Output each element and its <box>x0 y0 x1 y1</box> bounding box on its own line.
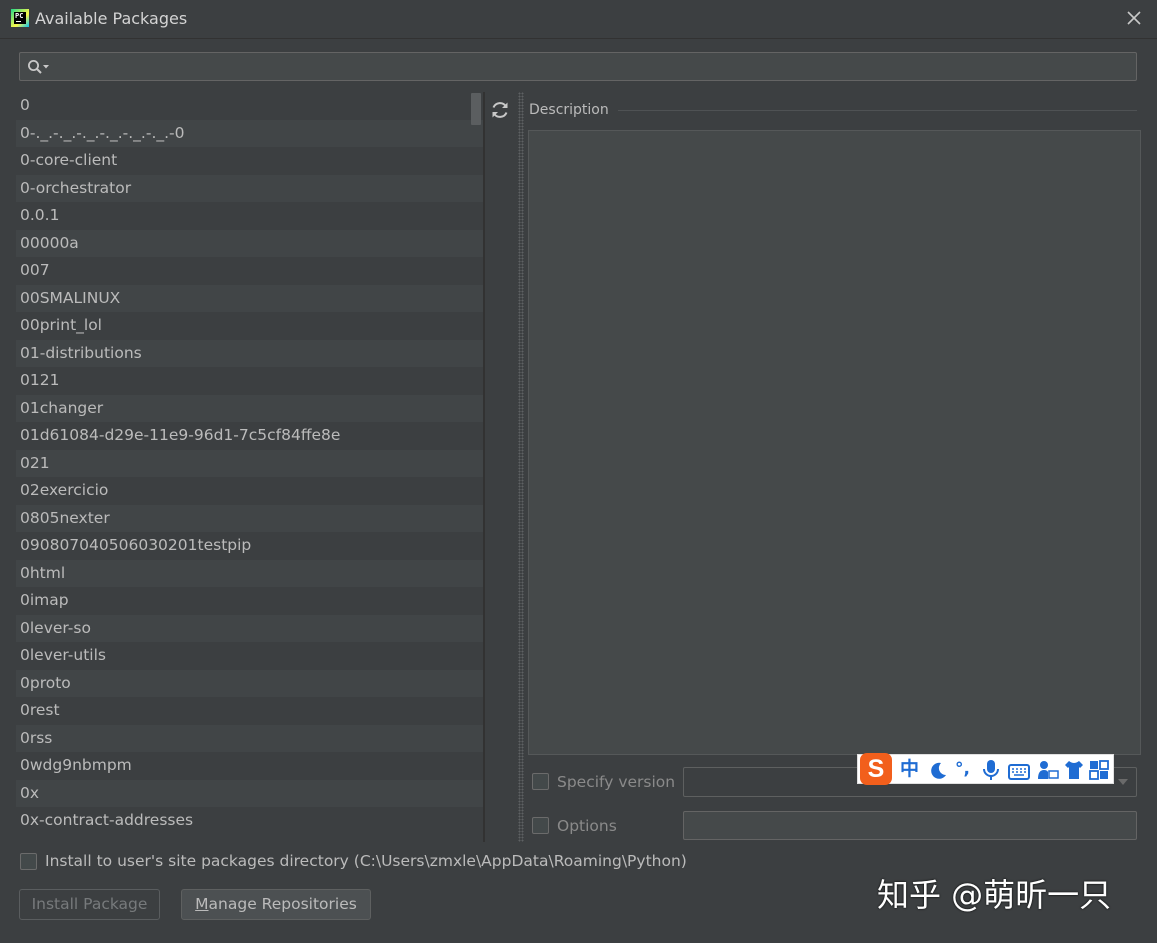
watermark: 知乎 @萌昕一只 <box>877 876 1112 914</box>
package-list-item[interactable]: 00000a <box>16 229 483 257</box>
package-list-item[interactable]: 00SMALINUX <box>16 284 483 312</box>
refresh-button[interactable] <box>488 98 512 122</box>
close-button[interactable] <box>1125 7 1143 29</box>
package-list-item[interactable]: 0html <box>16 559 483 587</box>
package-list-item[interactable]: 02exercicio <box>16 477 483 505</box>
search-bar[interactable] <box>19 52 1137 82</box>
moon-icon[interactable] <box>928 760 948 782</box>
manage-label-rest: anage Repositories <box>208 895 357 913</box>
package-list-item[interactable]: 0lever-so <box>16 614 483 642</box>
package-list-item[interactable]: 0rss <box>16 724 483 752</box>
package-list-item[interactable]: 0.0.1 <box>16 202 483 230</box>
options-checkbox[interactable] <box>532 817 549 834</box>
package-list-item[interactable]: 0x-contract-addresses <box>16 807 483 835</box>
close-icon <box>1127 11 1141 25</box>
package-list-item[interactable]: 0121 <box>16 367 483 395</box>
search-icon[interactable] <box>27 59 51 75</box>
package-list-item[interactable]: 090807040506030201testpip <box>16 532 483 560</box>
microphone-icon[interactable] <box>982 759 1000 781</box>
package-list-item[interactable]: 021 <box>16 449 483 477</box>
package-list-item[interactable]: 0wdg9nbmpm <box>16 752 483 780</box>
ime-mode-indicator[interactable]: 中 <box>900 758 919 780</box>
install-to-user-checkbox[interactable] <box>20 853 37 870</box>
package-list-item[interactable]: 0-orchestrator <box>16 174 483 202</box>
options-input[interactable] <box>683 811 1137 840</box>
ime-toolbar[interactable]: S 中 °, <box>857 753 1114 785</box>
package-list-item[interactable]: 01changer <box>16 394 483 422</box>
skin-shirt-icon[interactable] <box>1063 759 1085 781</box>
refresh-icon <box>492 102 508 118</box>
list-divider <box>483 92 485 842</box>
install-package-button[interactable]: Install Package <box>19 889 160 920</box>
specify-version-checkbox[interactable] <box>532 773 549 790</box>
package-list-item[interactable]: 0lever-utils <box>16 642 483 670</box>
specify-version-label: Specify version <box>557 773 676 791</box>
description-area <box>528 130 1141 755</box>
package-list-item[interactable]: 0x <box>16 779 483 807</box>
package-list-item[interactable]: 0imap <box>16 587 483 615</box>
description-divider <box>618 110 1137 111</box>
toolbox-grid-icon[interactable] <box>1089 759 1109 781</box>
package-list-item[interactable]: 0-core-client <box>16 147 483 175</box>
install-to-user-label: Install to user's site packages director… <box>45 852 687 870</box>
manage-repositories-button[interactable]: Manage Repositories <box>181 889 371 920</box>
window-title: Available Packages <box>35 9 188 28</box>
sogou-logo-icon[interactable]: S <box>860 753 892 785</box>
chevron-down-icon <box>1118 779 1128 785</box>
title-bar: PC Available Packages <box>0 0 1157 39</box>
package-list[interactable]: 0 0-._.-._.-._.-._.-._.-._.-0 0-core-clien… <box>16 92 483 842</box>
manage-mnemonic: M <box>195 895 209 913</box>
package-list-item[interactable]: 0proto <box>16 669 483 697</box>
options-label: Options <box>557 817 617 835</box>
description-label: Description <box>529 102 609 118</box>
keyboard-icon[interactable] <box>1008 761 1030 783</box>
package-list-item[interactable]: 01-distributions <box>16 339 483 367</box>
ime-punctuation-indicator[interactable]: °, <box>955 758 970 780</box>
package-list-item[interactable]: 0-._.-._.-._.-._.-._.-._.-0 <box>16 119 483 147</box>
package-list-item[interactable]: 0 <box>16 92 483 120</box>
splitter-handle[interactable] <box>518 92 524 842</box>
package-list-item[interactable]: 0805nexter <box>16 504 483 532</box>
search-input[interactable] <box>56 53 1130 82</box>
package-list-item[interactable]: 01d61084-d29e-11e9-96d1-7c5cf84ffe8e <box>16 422 483 450</box>
list-scrollbar[interactable] <box>471 93 481 125</box>
package-list-item[interactable]: 00print_lol <box>16 312 483 340</box>
package-list-item[interactable]: 007 <box>16 257 483 285</box>
user-tools-icon[interactable] <box>1037 759 1059 781</box>
pycharm-app-icon: PC <box>11 9 29 27</box>
package-list-item[interactable]: 0rest <box>16 697 483 725</box>
